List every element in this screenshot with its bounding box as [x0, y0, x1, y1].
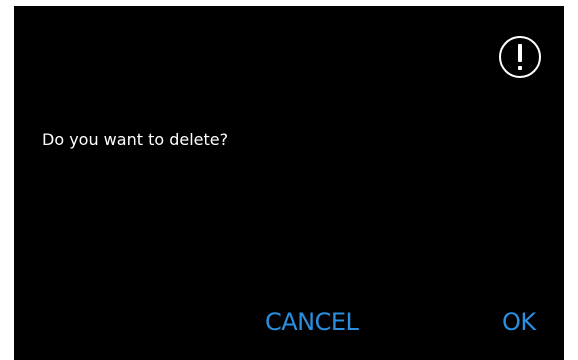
dialog-message: Do you want to delete? [42, 130, 229, 149]
cancel-button[interactable]: CANCEL [265, 306, 359, 338]
exclamation-circle-icon [498, 35, 542, 79]
ok-button[interactable]: OK [502, 306, 536, 338]
screen-frame: Do you want to delete? CANCEL OK [0, 0, 578, 360]
delete-confirm-dialog: Do you want to delete? CANCEL OK [14, 6, 564, 360]
